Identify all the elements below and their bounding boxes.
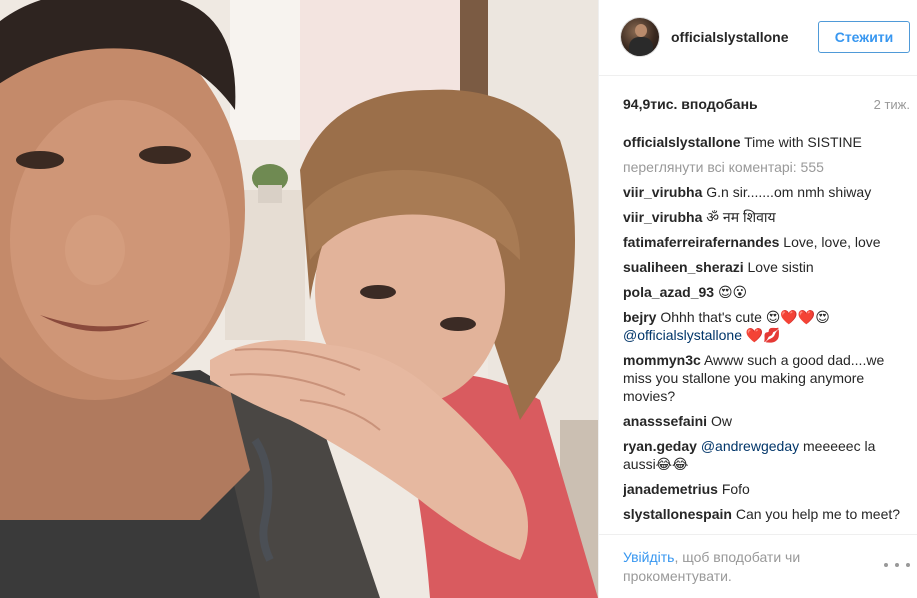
follow-button[interactable]: Стежити <box>818 21 910 53</box>
post-stats: 94,9тис. вподобань 2 тиж. <box>623 96 910 116</box>
comment-text: G.n sir.......om nmh shiway <box>706 184 872 200</box>
comment-text: Fofo <box>721 481 750 497</box>
comment-item: viir_virubha G.n sir.......om nmh shiway <box>623 183 903 201</box>
instagram-post: officialslystallone Стежити 94,9тис. впо… <box>0 0 917 598</box>
comment-user[interactable]: fatimaferreirafernandes <box>623 234 779 250</box>
comment-mention[interactable]: @officialslystallone <box>623 327 742 343</box>
comment-user[interactable]: mommyn3c <box>623 352 701 368</box>
comment-user[interactable]: slystallonespain <box>623 506 732 522</box>
post-time[interactable]: 2 тиж. <box>874 97 910 112</box>
comment-text-after: ❤️💋 <box>745 327 781 343</box>
comment-item: anasssefaini Ow <box>623 412 903 430</box>
ellipsis-icon[interactable] <box>884 558 910 572</box>
post-header: officialslystallone Стежити <box>599 0 917 76</box>
comment-user[interactable]: pola_azad_93 <box>623 284 714 300</box>
comment-user[interactable]: bejry <box>623 309 656 325</box>
photo-illustration <box>0 0 598 598</box>
avatar-head <box>635 24 647 37</box>
login-link[interactable]: Увійдіть <box>623 549 674 565</box>
dot <box>906 563 910 567</box>
header-username[interactable]: officialslystallone <box>671 29 788 45</box>
post-footer: Увійдіть, щоб вподобати чи прокоментуват… <box>599 534 917 598</box>
caption: officialslystallone Time with SISTINE <box>623 133 903 151</box>
avatar[interactable] <box>621 18 659 56</box>
likes-count[interactable]: 94,9тис. вподобань <box>623 96 758 112</box>
comment-user[interactable]: officialslystallone <box>623 134 740 150</box>
comment-item: bejry Ohhh that's cute 😍❤️❤️😍 @officials… <box>623 308 903 344</box>
comment-user[interactable]: viir_virubha <box>623 184 702 200</box>
comment-item: sualiheen_sherazi Love sistin <box>623 258 903 276</box>
comment-user[interactable]: anasssefaini <box>623 413 707 429</box>
comment-mention[interactable]: @andrewgeday <box>701 438 799 454</box>
comment-text: Love sistin <box>747 259 814 275</box>
comment-user[interactable]: janademetrius <box>623 481 718 497</box>
comment-text: Love, love, love <box>783 234 881 250</box>
dot <box>884 563 888 567</box>
comment-user[interactable]: sualiheen_sherazi <box>623 259 744 275</box>
comment-item: slystallonespain Can you help me to meet… <box>623 505 903 525</box>
comment-text: ॐ नम शिवाय <box>706 209 776 225</box>
comment-user[interactable]: ryan.geday <box>623 438 697 454</box>
comment-item: mommyn3c Awww such a good dad....we miss… <box>623 351 903 405</box>
login-prompt: Увійдіть, щоб вподобати чи прокоментуват… <box>623 548 853 586</box>
comment-item: janademetrius Fofo <box>623 480 903 498</box>
comment-item: ryan.geday @andrewgeday meeeeec la aussi… <box>623 437 903 473</box>
post-sidebar: officialslystallone Стежити 94,9тис. впо… <box>598 0 917 598</box>
comment-item: viir_virubha ॐ नम शिवाय <box>623 208 903 226</box>
post-photo[interactable] <box>0 0 598 598</box>
dot <box>895 563 899 567</box>
comment-text: Ow <box>710 413 732 429</box>
comment-user[interactable]: viir_virubha <box>623 209 702 225</box>
avatar-body <box>629 37 653 56</box>
comments-list: officialslystallone Time with SISTINE пе… <box>623 133 903 525</box>
comment-item: fatimaferreirafernandes Love, love, love <box>623 233 903 251</box>
comment-item: pola_azad_93 😍😮 <box>623 283 903 301</box>
comment-text: Ohhh that's cute 😍❤️❤️😍 <box>660 309 830 325</box>
comment-text: 😍😮 <box>717 284 748 300</box>
comment-text: Time with SISTINE <box>744 134 862 150</box>
view-all-comments-link[interactable]: переглянути всі коментарі: 555 <box>623 158 903 176</box>
